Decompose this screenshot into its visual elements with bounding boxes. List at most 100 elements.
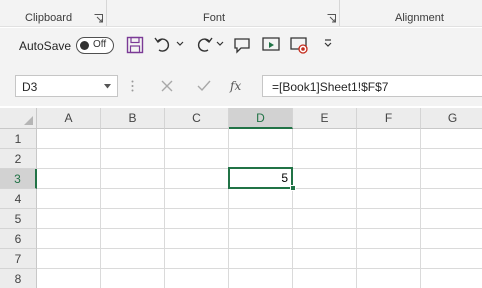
cell-g6[interactable] [421,229,482,249]
cell-d8[interactable] [229,269,293,288]
formula-bar: D3 fx =[Book1]Sheet1!$F$7 [0,64,482,106]
cell-d1[interactable] [229,129,293,149]
cell-a7[interactable] [37,249,101,269]
row-header-4[interactable]: 4 [0,189,37,209]
enter-icon[interactable] [193,75,215,97]
cell-c7[interactable] [165,249,229,269]
row-header-8[interactable]: 8 [0,269,37,288]
customize-toolbar-icon[interactable] [324,39,332,48]
cell-f4[interactable] [357,189,421,209]
row-header-5[interactable]: 5 [0,209,37,229]
cell-g7[interactable] [421,249,482,269]
cell-d6[interactable] [229,229,293,249]
cell-d2[interactable] [229,149,293,169]
active-cell[interactable]: 5 [228,167,293,189]
cell-f8[interactable] [357,269,421,288]
cell-a6[interactable] [37,229,101,249]
formula-value: =[Book1]Sheet1!$F$7 [272,80,389,94]
cell-a4[interactable] [37,189,101,209]
autosave-toggle[interactable]: Off [76,37,114,54]
row-header-2[interactable]: 2 [0,149,37,169]
dialog-launcher-icon[interactable] [94,14,103,23]
cell-c3[interactable] [165,169,229,189]
font-group-label: Font [203,12,226,24]
column-header-b[interactable]: B [101,108,165,129]
cell-d4[interactable] [229,189,293,209]
cell-d5[interactable] [229,209,293,229]
cell-g3[interactable] [421,169,482,189]
cell-b4[interactable] [101,189,165,209]
cell-e8[interactable] [293,269,357,288]
cell-e4[interactable] [293,189,357,209]
cell-g4[interactable] [421,189,482,209]
cell-g8[interactable] [421,269,482,288]
cell-b3[interactable] [101,169,165,189]
row-header-1[interactable]: 1 [0,129,37,149]
cell-f3[interactable] [357,169,421,189]
column-header-e[interactable]: E [293,108,357,129]
cell-f2[interactable] [357,149,421,169]
cell-e5[interactable] [293,209,357,229]
cell-a1[interactable] [37,129,101,149]
name-box[interactable]: D3 [15,75,118,97]
cell-e6[interactable] [293,229,357,249]
cell-b2[interactable] [101,149,165,169]
cell-f5[interactable] [357,209,421,229]
comment-icon[interactable] [232,35,252,55]
cell-c6[interactable] [165,229,229,249]
redo-icon[interactable] [194,35,214,55]
column-header-f[interactable]: F [357,108,421,129]
insert-function-icon[interactable]: fx [227,75,249,97]
cell-f7[interactable] [357,249,421,269]
column-header-g[interactable]: G [421,108,482,129]
row-header-6[interactable]: 6 [0,229,37,249]
column-header-d[interactable]: D [229,108,293,129]
cell-b6[interactable] [101,229,165,249]
cell-c5[interactable] [165,209,229,229]
chevron-down-icon[interactable] [104,84,111,89]
cell-e3[interactable] [293,169,357,189]
cell-a5[interactable] [37,209,101,229]
record-icon[interactable] [289,35,309,55]
cell-b5[interactable] [101,209,165,229]
formula-buttons: fx [146,75,260,97]
cell-b7[interactable] [101,249,165,269]
redo-dropdown-icon[interactable] [216,41,224,47]
name-box-value: D3 [22,80,38,94]
fill-handle[interactable] [290,185,296,191]
autosave-state: Off [93,39,107,50]
cell-e2[interactable] [293,149,357,169]
cell-c8[interactable] [165,269,229,288]
cancel-icon[interactable] [156,75,178,97]
dialog-launcher-icon[interactable] [327,14,336,23]
formula-input[interactable]: =[Book1]Sheet1!$F$7 [262,75,482,97]
cell-g5[interactable] [421,209,482,229]
cell-a8[interactable] [37,269,101,288]
row-header-3[interactable]: 3 [0,169,37,189]
cell-d7[interactable] [229,249,293,269]
row-header-7[interactable]: 7 [0,249,37,269]
column-header-c[interactable]: C [165,108,229,129]
cell-b1[interactable] [101,129,165,149]
cell-a2[interactable] [37,149,101,169]
select-all-button[interactable] [0,108,37,129]
cell-e7[interactable] [293,249,357,269]
cell-g1[interactable] [421,129,482,149]
save-icon[interactable] [125,35,145,55]
undo-icon[interactable] [153,35,173,55]
cell-f6[interactable] [357,229,421,249]
cell-e1[interactable] [293,129,357,149]
column-header-a[interactable]: A [37,108,101,129]
ribbon-group-labels: Clipboard Font Alignment [0,0,482,27]
cell-g2[interactable] [421,149,482,169]
cell-c1[interactable] [165,129,229,149]
drag-handle-icon[interactable] [131,80,134,92]
cell-f1[interactable] [357,129,421,149]
cell-c2[interactable] [165,149,229,169]
font-group: Font [107,0,339,27]
cell-b8[interactable] [101,269,165,288]
present-icon[interactable] [261,35,281,55]
cell-a3[interactable] [37,169,101,189]
cell-c4[interactable] [165,189,229,209]
undo-dropdown-icon[interactable] [176,41,184,47]
